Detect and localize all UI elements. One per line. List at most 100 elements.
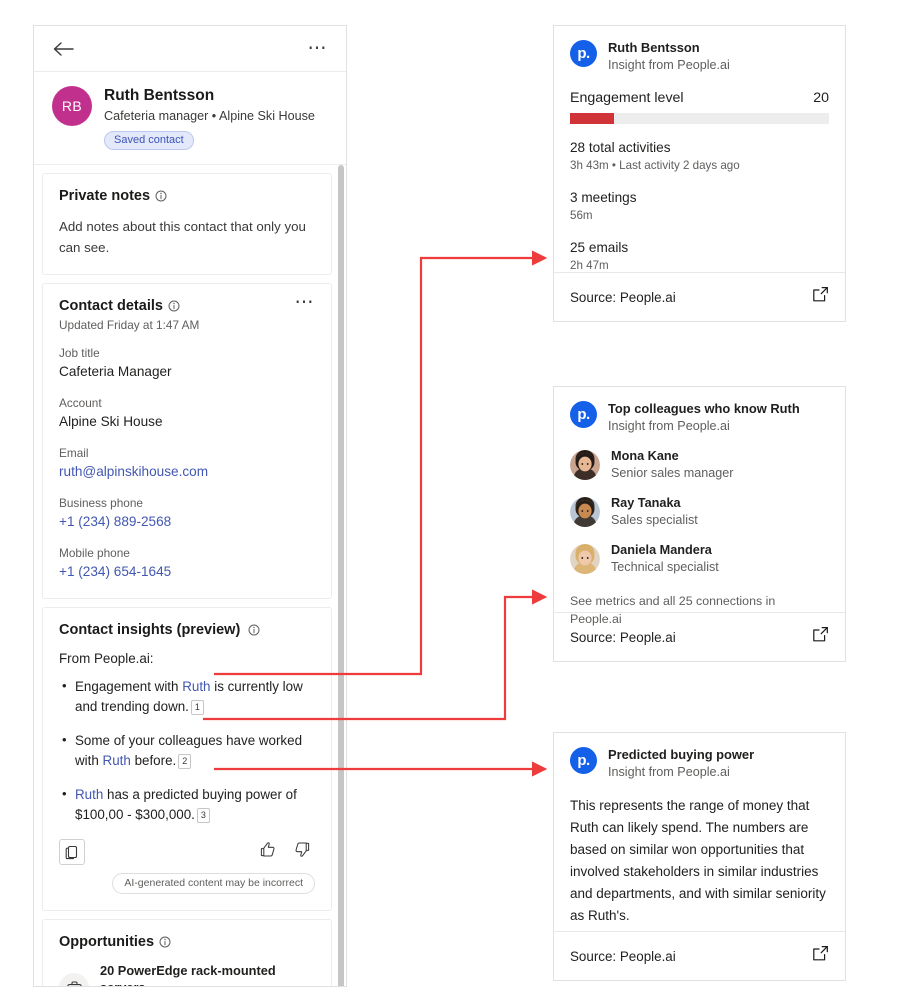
- screenshot-root: ⋯ RB Ruth Bentsson Cafeteria manager • A…: [0, 0, 909, 1006]
- private-notes-title: Private notes: [59, 188, 167, 204]
- stat-main: 28 total activities: [570, 140, 671, 155]
- colleagues-insight-card: p. Top colleagues who know Ruth Insight …: [553, 386, 846, 662]
- bullet-text: before.: [130, 753, 177, 768]
- scrollbar-thumb[interactable]: [338, 165, 344, 986]
- engagement-stat: 25 emails 2h 47m: [570, 238, 829, 274]
- detail-field-value: Cafeteria Manager: [59, 364, 172, 379]
- engagement-level-row: Engagement level 20: [570, 90, 829, 106]
- ai-disclaimer: AI-generated content may be incorrect: [112, 873, 315, 894]
- colleagues-card-title: Top colleagues who know Ruth: [608, 401, 800, 416]
- bullet-text: has a predicted buying power of $100,00 …: [75, 787, 297, 822]
- opportunities-card: Opportunities 20 PowerEdge rack-mounted …: [42, 919, 332, 986]
- private-notes-card: Private notes Add notes about this conta…: [42, 173, 332, 275]
- contact-mention-link[interactable]: Ruth: [182, 679, 210, 694]
- opportunities-title: Opportunities: [59, 934, 171, 950]
- engagement-card-source-row: Source: People.ai: [554, 272, 845, 321]
- back-arrow-icon[interactable]: [52, 40, 74, 58]
- panel-toolbar: ⋯: [34, 26, 346, 72]
- thumbs-up-icon[interactable]: [259, 841, 276, 863]
- contact-details-fields: Job title Cafeteria Manager Account Alpine …: [59, 345, 315, 582]
- colleagues-card-source-row: Source: People.ai: [554, 612, 845, 661]
- colleague-role: Senior sales manager: [611, 466, 734, 480]
- engagement-card-title: Ruth Bentsson: [608, 40, 700, 55]
- source-label: Source: People.ai: [570, 289, 676, 305]
- buying-power-card-header: p. Predicted buying power Insight from P…: [570, 747, 829, 781]
- detail-field: Job title Cafeteria Manager: [59, 345, 315, 382]
- contact-details-card: Contact details ⋯ Updated Friday at 1:47…: [42, 283, 332, 599]
- info-icon[interactable]: [248, 624, 260, 636]
- insights-source-line: From People.ai:: [59, 651, 154, 666]
- buying-power-description: This represents the range of money that …: [570, 798, 826, 923]
- engagement-card-body: p. Ruth Bentsson Insight from People.ai …: [554, 26, 845, 288]
- insight-bullet: Ruth has a predicted buying power of $10…: [59, 784, 315, 825]
- info-icon[interactable]: [168, 300, 180, 312]
- contact-details-title: Contact details: [59, 298, 180, 314]
- detail-field-label: Account: [59, 396, 102, 410]
- buying-power-card-subtitle: Insight from People.ai: [608, 765, 730, 779]
- engagement-stat: 28 total activities 3h 43m • Last activit…: [570, 138, 829, 174]
- colleague-name: Daniela Mandera: [611, 543, 712, 557]
- detail-field-value[interactable]: +1 (234) 889-2568: [59, 512, 315, 532]
- stat-main: 3 meetings: [570, 190, 637, 205]
- engagement-stat: 3 meetings 56m: [570, 188, 829, 224]
- detail-field-value[interactable]: +1 (234) 654-1645: [59, 562, 315, 582]
- insights-feedback-row: [59, 839, 315, 865]
- avatar: [570, 450, 600, 480]
- info-icon[interactable]: [159, 936, 171, 948]
- thumbs-down-icon[interactable]: [294, 841, 311, 863]
- insight-bullet: Some of your colleagues have worked with…: [59, 730, 315, 771]
- colleague-item[interactable]: Daniela Mandera Technical specialist: [570, 542, 829, 576]
- people-ai-logo-icon: p.: [570, 40, 597, 67]
- engagement-stats-list: 28 total activities 3h 43m • Last activit…: [570, 138, 829, 274]
- colleague-item[interactable]: Ray Tanaka Sales specialist: [570, 495, 829, 529]
- colleague-name: Mona Kane: [611, 449, 679, 463]
- colleague-role: Technical specialist: [611, 560, 719, 574]
- detail-field-value[interactable]: ruth@alpinskihouse.com: [59, 462, 315, 482]
- open-in-new-icon[interactable]: [812, 945, 829, 967]
- private-notes-body[interactable]: Add notes about this contact that only y…: [59, 216, 315, 258]
- detail-field-label: Email: [59, 446, 89, 460]
- bullet-text: Engagement with: [75, 679, 183, 694]
- info-icon[interactable]: [155, 190, 167, 202]
- source-label: Source: People.ai: [570, 629, 676, 645]
- citation-marker[interactable]: 1: [190, 700, 204, 715]
- detail-field-label: Job title: [59, 346, 100, 360]
- detail-field-label: Business phone: [59, 496, 143, 510]
- engagement-level-value: 20: [813, 90, 829, 106]
- buying-power-card-title: Predicted buying power: [608, 747, 755, 762]
- contact-mention-link[interactable]: Ruth: [75, 787, 103, 802]
- detail-field: Business phone +1 (234) 889-2568: [59, 495, 315, 532]
- colleagues-card-header: p. Top colleagues who know Ruth Insight …: [570, 401, 829, 435]
- panel-content: Private notes Add notes about this conta…: [34, 165, 346, 986]
- avatar: [570, 544, 600, 574]
- detail-field: Mobile phone +1 (234) 654-1645: [59, 545, 315, 582]
- colleague-item[interactable]: Mona Kane Senior sales manager: [570, 448, 829, 482]
- detail-field: Email ruth@alpinskihouse.com: [59, 445, 315, 482]
- citation-marker[interactable]: 3: [196, 808, 210, 823]
- colleagues-card-body: p. Top colleagues who know Ruth Insight …: [554, 387, 845, 642]
- stat-sub: 56m: [570, 209, 593, 222]
- panel-scroll-region: Private notes Add notes about this conta…: [34, 165, 346, 986]
- insight-bullet: Engagement with Ruth is currently low an…: [59, 676, 315, 717]
- engagement-insight-card: p. Ruth Bentsson Insight from People.ai …: [553, 25, 846, 322]
- contact-details-more-icon[interactable]: ⋯: [295, 293, 316, 312]
- colleague-name: Ray Tanaka: [611, 496, 681, 510]
- people-ai-logo-icon: p.: [570, 747, 597, 774]
- status-badge: Saved contact: [104, 131, 194, 150]
- detail-field: Account Alpine Ski House: [59, 395, 315, 432]
- open-in-new-icon[interactable]: [812, 626, 829, 648]
- engagement-level-label: Engagement level: [570, 90, 684, 106]
- buying-power-card-source-row: Source: People.ai: [554, 931, 845, 980]
- panel-scrollbar[interactable]: [338, 165, 344, 986]
- stat-sub: 3h 43m • Last activity 2 days ago: [570, 159, 740, 172]
- contact-mention-link[interactable]: Ruth: [103, 753, 131, 768]
- detail-field-value: Alpine Ski House: [59, 414, 163, 429]
- open-in-new-icon[interactable]: [812, 286, 829, 308]
- citation-marker[interactable]: 2: [178, 754, 192, 769]
- more-horizontal-icon[interactable]: ⋯: [308, 39, 329, 58]
- opportunity-item[interactable]: 20 PowerEdge rack-mounted servers7/3/22 …: [59, 962, 315, 986]
- contact-header: RB Ruth Bentsson Cafeteria manager • Alp…: [34, 72, 346, 165]
- copy-icon[interactable]: [59, 839, 85, 865]
- buying-power-card-body: p. Predicted buying power Insight from P…: [554, 733, 845, 941]
- engagement-card-header: p. Ruth Bentsson Insight from People.ai: [570, 40, 829, 74]
